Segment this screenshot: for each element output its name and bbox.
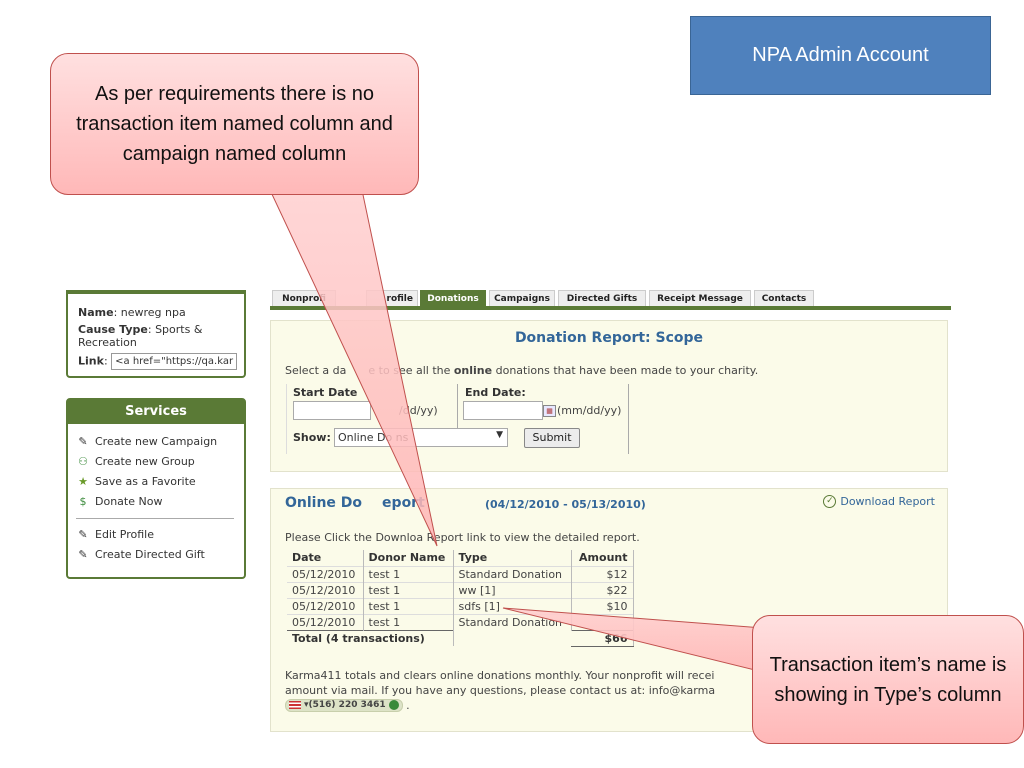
left-callout-pointer [269, 189, 438, 547]
right-callout-pointer [502, 607, 764, 673]
requirements-callout: As per requirements there is no transact… [50, 53, 419, 195]
transaction-item-callout: Transaction item’s name is showing in Ty… [752, 615, 1024, 744]
